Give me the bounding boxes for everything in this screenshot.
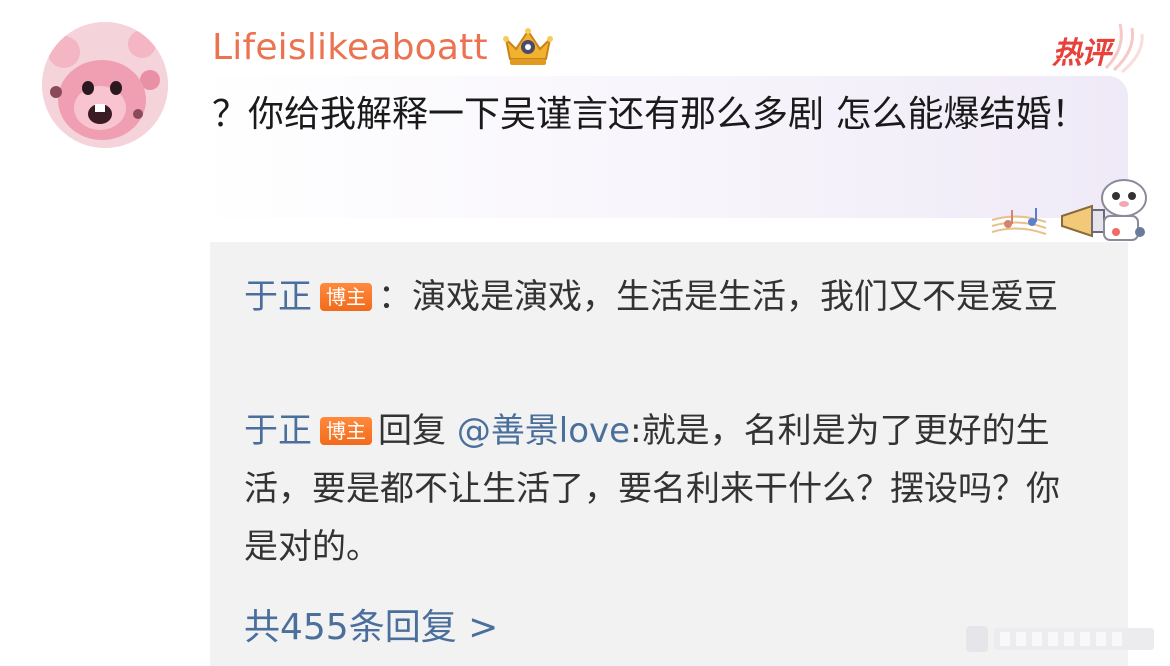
comment-author[interactable]: Lifeislikeaboatt [212, 22, 556, 72]
music-deco-icon [991, 208, 1047, 235]
mention-link[interactable]: @善景love [457, 411, 630, 451]
megaphone-deco-icon [1061, 179, 1147, 241]
avatar[interactable] [42, 22, 168, 148]
watermark [966, 626, 1154, 652]
author-tag: 博主 [320, 283, 372, 311]
avatar-image [42, 22, 168, 148]
reply-separator: ： [378, 277, 412, 317]
comment-text[interactable]: ？你给我解释一下吴谨言还有那么多剧 怎么能爆结婚！ [212, 86, 1112, 144]
reply-item[interactable]: 于正 博主 ：演戏是演戏，生活是生活，我们又不是爱豆 [244, 268, 1084, 326]
username[interactable]: Lifeislikeaboatt [212, 27, 488, 68]
reply-item[interactable]: 于正 博主 回复 @善景love:就是，名利是为了更好的生活，要是都不让生活了，要名… [244, 402, 1084, 576]
more-replies-link[interactable]: 共455条回复 > [244, 602, 498, 654]
comment-decoration [988, 176, 1164, 246]
reply-word: 回复 [378, 411, 446, 451]
reply-text: 演戏是演戏，生活是生活，我们又不是爱豆 [412, 277, 1058, 317]
reply-author[interactable]: 于正 [244, 277, 312, 317]
hot-comment-badge: 热评 [1046, 18, 1146, 78]
hot-comment-label: 热评 [1052, 36, 1111, 71]
reply-author[interactable]: 于正 [244, 411, 312, 451]
author-tag: 博主 [320, 417, 372, 445]
crown-icon [500, 25, 556, 69]
